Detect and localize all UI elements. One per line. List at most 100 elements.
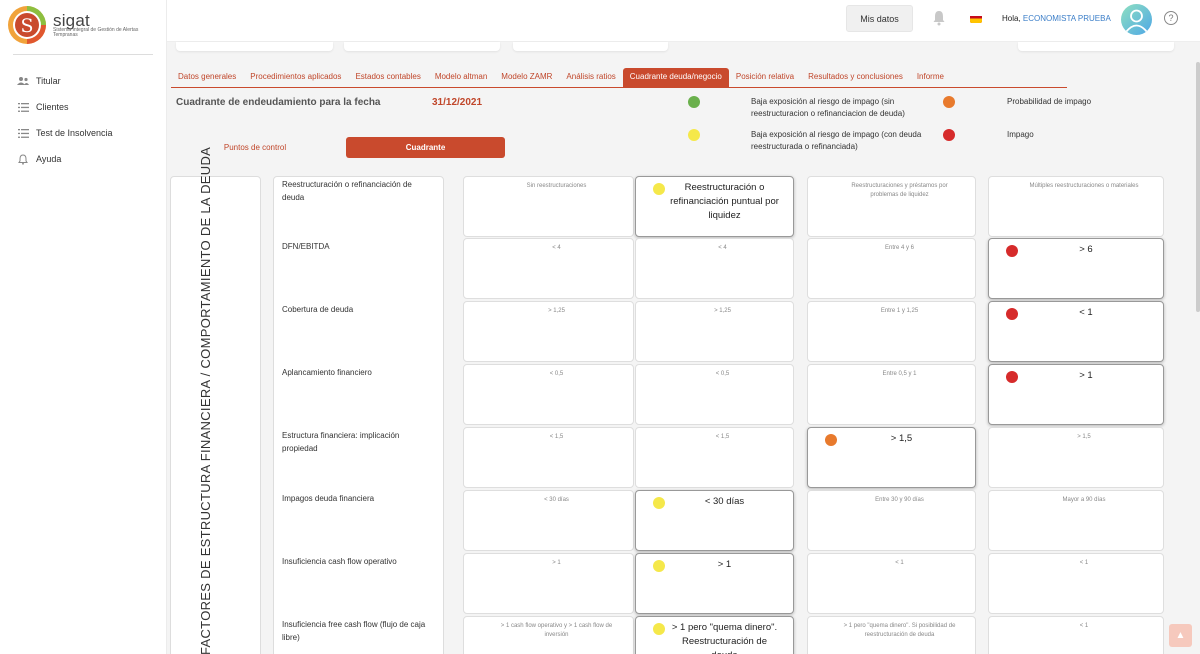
quadrant-cell[interactable]: < 0,5 <box>635 364 794 425</box>
spain-flag-icon[interactable] <box>970 13 982 23</box>
quadrant-cell[interactable]: > 1,5 <box>988 427 1164 488</box>
summary-card <box>1018 42 1174 51</box>
quadrant-cell[interactable]: Entre 4 y 6 <box>807 238 976 299</box>
cell-criterion: < 1 <box>1079 307 1093 318</box>
cuadrante-button[interactable]: Cuadrante <box>346 137 505 158</box>
summary-card <box>344 42 500 51</box>
legend-dot-green <box>688 96 700 108</box>
tab-underline <box>171 87 1067 88</box>
tab-informe[interactable]: Informe <box>910 68 951 88</box>
quadrant-cell-selected[interactable]: Reestructuración o refinanciación puntua… <box>635 176 794 237</box>
quadrant-cell-selected[interactable]: < 30 días <box>635 490 794 551</box>
quadrant-cell[interactable]: Múltiples reestructuraciones o materiale… <box>988 176 1164 237</box>
sidebar: S sigat Sistema Integral de Gestión de A… <box>0 0 167 654</box>
quadrant-cell-selected[interactable]: > 6 <box>988 238 1164 299</box>
page-title: Cuadrante de endeudamiento para la fecha <box>176 97 381 108</box>
legend-text: Impago <box>1007 130 1034 139</box>
quadrant-cell[interactable]: > 1,25 <box>463 301 634 362</box>
quadrant-cell[interactable]: < 1 <box>807 553 976 614</box>
status-dot-yellow <box>653 623 665 635</box>
factor-label: Impagos deuda financiera <box>282 494 375 503</box>
sidebar-item-label: Ayuda <box>36 154 62 164</box>
status-dot-red <box>1006 245 1018 257</box>
status-dot-yellow <box>653 497 665 509</box>
help-icon[interactable]: ? <box>1164 11 1178 25</box>
cell-criterion: > 1,25 <box>714 308 731 314</box>
tab-resultados-conclusiones[interactable]: Resultados y conclusiones <box>801 68 910 88</box>
quadrant-cell[interactable]: < 4 <box>463 238 634 299</box>
cell-criterion: < 30 días <box>544 497 569 503</box>
tab-modelo-zamr[interactable]: Modelo ZAMR <box>494 68 559 88</box>
quadrant-cell[interactable]: < 1,5 <box>463 427 634 488</box>
quadrant-cell-selected[interactable]: > 1 <box>988 364 1164 425</box>
brand-subtitle: Sistema Integral de Gestión de Alertas T… <box>53 27 139 38</box>
tab-analisis-ratios[interactable]: Análisis ratios <box>559 68 622 88</box>
sigat-logo[interactable]: S <box>7 5 47 45</box>
tab-posicion-relativa[interactable]: Posición relativa <box>729 68 801 88</box>
quadrant-cell[interactable]: > 1 cash flow operativo y > 1 cash flow … <box>463 616 634 654</box>
quadrant-cell[interactable]: < 1 <box>988 553 1164 614</box>
legend-text: Baja exposición al riesgo de impago (con… <box>751 130 922 151</box>
quadrant-cell[interactable]: Entre 0,5 y 1 <box>807 364 976 425</box>
quadrant-cell[interactable]: < 1,5 <box>635 427 794 488</box>
cell-criterion: > 6 <box>1079 244 1093 255</box>
cell-criterion: Reestructuración o refinanciación puntua… <box>670 182 779 221</box>
cell-criterion: < 1 <box>1079 560 1089 566</box>
tab-modelo-altman[interactable]: Modelo altman <box>428 68 494 88</box>
quadrant-cell[interactable]: Reestructuraciones y préstamos por probl… <box>807 176 976 237</box>
mis-datos-button[interactable]: Mis datos <box>846 5 913 32</box>
cell-criterion: Sin reestructuraciones <box>526 183 587 189</box>
legend-text: Probabilidad de impago <box>1007 97 1092 106</box>
quadrant-cell-selected[interactable]: < 1 <box>988 301 1164 362</box>
sidebar-item-test-insolvencia[interactable]: Test de Insolvencia <box>17 120 113 146</box>
factor-label: Estructura financiera: implicación propi… <box>282 431 400 453</box>
quadrant-cell-selected[interactable]: > 1 <box>635 553 794 614</box>
sidebar-item-ayuda[interactable]: Ayuda <box>17 146 113 172</box>
cell-criterion: > 1,5 <box>1077 434 1091 440</box>
cell-criterion: Reestructuraciones y préstamos por probl… <box>851 183 948 198</box>
cell-criterion: Entre 4 y 6 <box>884 245 914 251</box>
quadrant-cell[interactable]: Mayor a 90 días <box>988 490 1164 551</box>
bell-icon <box>17 153 29 165</box>
factor-label: Insuficiencia free cash flow (flujo de c… <box>282 620 426 642</box>
status-dot-yellow <box>653 183 665 195</box>
user-avatar[interactable] <box>1121 4 1152 35</box>
quadrant-cell[interactable]: < 4 <box>635 238 794 299</box>
cell-criterion: Entre 1 y 1,25 <box>880 308 919 314</box>
quadrant-cell-selected[interactable]: > 1 pero "quema dinero". Reestructuració… <box>635 616 794 654</box>
quadrant-cell[interactable]: Sin reestructuraciones <box>463 176 634 237</box>
tab-datos-generales[interactable]: Datos generales <box>171 68 243 88</box>
quadrant-cell-selected[interactable]: > 1,5 <box>807 427 976 488</box>
tab-estados-contables[interactable]: Estados contables <box>348 68 427 88</box>
quadrant-cell[interactable]: Entre 30 y 90 días <box>807 490 976 551</box>
quadrant-cell[interactable]: > 1 <box>463 553 634 614</box>
sidebar-item-clientes[interactable]: Clientes <box>17 94 113 120</box>
notification-bell-icon[interactable] <box>932 10 946 26</box>
sidebar-item-titular[interactable]: Titular <box>17 68 113 94</box>
cell-criterion: < 0,5 <box>715 371 730 377</box>
quadrant-cell[interactable]: < 1 <box>988 616 1164 654</box>
cell-criterion: < 30 días <box>704 496 745 507</box>
tab-cuadrante-deuda-negocio[interactable]: Cuadrante deuda/negocio <box>622 68 729 88</box>
list-icon <box>17 127 29 139</box>
cell-criterion: < 4 <box>552 245 561 251</box>
legend-text: Baja exposición al riesgo de impago (sin… <box>751 97 905 118</box>
vertical-scrollbar[interactable] <box>1196 62 1200 312</box>
quadrant-cell[interactable]: > 1 pero "quema dinero". Si posibilidad … <box>807 616 976 654</box>
tab-procedimientos-aplicados[interactable]: Procedimientos aplicados <box>243 68 348 88</box>
cell-criterion: < 4 <box>718 245 727 251</box>
quadrant-cell[interactable]: < 0,5 <box>463 364 634 425</box>
svg-text:S: S <box>20 15 33 37</box>
scroll-to-top-button[interactable]: ▲ <box>1169 624 1192 647</box>
tab-bar: Datos generales Procedimientos aplicados… <box>171 68 951 88</box>
list-icon <box>17 101 29 113</box>
user-name[interactable]: ECONOMISTA PRUEBA <box>1023 14 1111 23</box>
status-dot-red <box>1006 308 1018 320</box>
factor-label: Reestructuración o refinanciación de deu… <box>282 180 412 202</box>
quadrant-cell[interactable]: Entre 1 y 1,25 <box>807 301 976 362</box>
cell-criterion: < 1 <box>1079 623 1089 629</box>
cell-criterion: > 1 pero "quema dinero". Si posibilidad … <box>843 623 956 638</box>
summary-card <box>176 42 333 51</box>
quadrant-cell[interactable]: < 30 días <box>463 490 634 551</box>
quadrant-cell[interactable]: > 1,25 <box>635 301 794 362</box>
